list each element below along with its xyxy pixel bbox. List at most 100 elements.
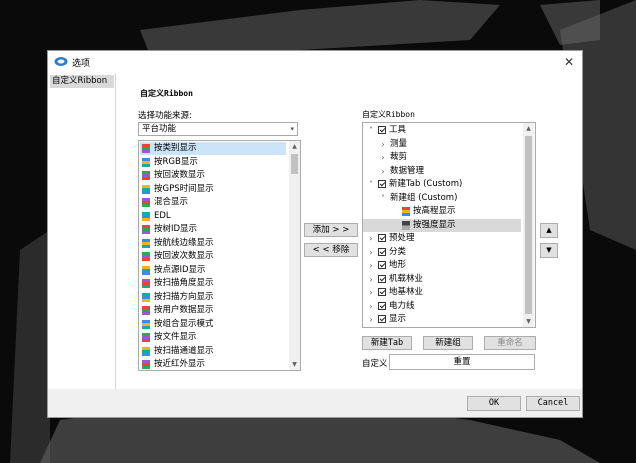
- scroll-up-icon[interactable]: ▲: [523, 123, 534, 134]
- command-list-item[interactable]: 混合显示: [140, 196, 286, 209]
- command-list-item-label: 按扫描方向显示: [154, 291, 214, 302]
- chevron-right-icon[interactable]: ›: [379, 165, 387, 178]
- checkbox-checked-icon[interactable]: [378, 126, 386, 134]
- checkbox-checked-icon[interactable]: [378, 288, 386, 296]
- scroll-up-icon[interactable]: ▲: [289, 141, 300, 152]
- chevron-right-icon[interactable]: ›: [367, 286, 375, 299]
- ribbon-tree-node[interactable]: ˅ 新建组 (Custom): [363, 192, 521, 205]
- scroll-down-icon[interactable]: ▼: [289, 359, 300, 370]
- chevron-right-icon[interactable]: ›: [367, 313, 375, 326]
- chevron-down-icon[interactable]: ˅: [367, 178, 375, 191]
- ribbon-tree-node-label: 按强度显示: [413, 219, 456, 230]
- ribbon-tree-node[interactable]: › 显示: [363, 313, 521, 326]
- gps-time-icon: [142, 184, 150, 194]
- rename-button[interactable]: 重命名: [484, 336, 536, 350]
- new-group-button[interactable]: 新建组: [423, 336, 473, 350]
- checkbox-checked-icon[interactable]: [378, 261, 386, 269]
- combined-mode-icon: [142, 319, 150, 329]
- chevron-right-icon[interactable]: ›: [367, 300, 375, 313]
- move-up-button[interactable]: ▲: [540, 223, 558, 238]
- mixed-display-icon: [142, 198, 150, 207]
- source-select[interactable]: 平台功能 ▾: [138, 122, 298, 136]
- ribbon-tree-node[interactable]: › 裁剪: [363, 151, 521, 164]
- command-list-item[interactable]: 按扫描通道显示: [140, 345, 286, 358]
- command-list-item-label: 按文件显示: [154, 332, 197, 342]
- ribbon-tree-node[interactable]: › 数据管理: [363, 165, 521, 178]
- scroll-down-icon[interactable]: ▼: [523, 316, 534, 327]
- command-list-item-label: 按航线边缘显示: [154, 237, 214, 248]
- command-list[interactable]: ▲ ▼ 按类别显示按RGB显示 按回波数显示 按GPS时间显示 混合显示 EDL 按树ID…: [138, 140, 301, 371]
- ribbon-label: 自定义Ribbon: [362, 110, 415, 119]
- command-list-item[interactable]: 按点源ID显示: [140, 264, 286, 277]
- command-list-item[interactable]: 按扫描角度显示: [140, 277, 286, 290]
- chevron-down-icon[interactable]: ˅: [379, 192, 387, 205]
- command-list-item[interactable]: EDL: [140, 210, 286, 223]
- ribbon-tree-node-label: 地形: [389, 260, 407, 270]
- command-list-item[interactable]: 按RGB显示: [140, 156, 286, 169]
- command-list-item-label: EDL: [154, 210, 171, 221]
- remove-button[interactable]: < < 移除: [304, 243, 358, 257]
- command-list-item-label: 按扫描通道显示: [154, 345, 214, 356]
- category-color-icon: [142, 144, 150, 153]
- ribbon-tree-node-label: 分类: [389, 246, 407, 257]
- ribbon-tree-node[interactable]: ˅ 新建Tab (Custom): [363, 178, 521, 191]
- chevron-right-icon[interactable]: ›: [367, 273, 375, 286]
- ribbon-tree-node[interactable]: 按高程显示: [363, 205, 521, 218]
- command-list-scrollbar[interactable]: ▲ ▼: [289, 141, 300, 370]
- chevron-right-icon[interactable]: ›: [367, 259, 375, 272]
- ribbon-tree-node[interactable]: › 地形: [363, 259, 521, 272]
- command-list-item[interactable]: 按组合显示模式: [140, 318, 286, 331]
- scrollbar-thumb[interactable]: [291, 154, 298, 174]
- nir-display-icon: [142, 360, 150, 369]
- close-button[interactable]: ✕: [560, 53, 578, 71]
- command-list-item[interactable]: 按扫描方向显示: [140, 291, 286, 304]
- chevron-right-icon[interactable]: ›: [367, 232, 375, 245]
- command-list-item-label: 混合显示: [154, 197, 189, 207]
- chevron-down-icon[interactable]: ˅: [367, 124, 375, 137]
- move-down-button[interactable]: ▼: [540, 243, 558, 258]
- ribbon-tree-node[interactable]: › 测量: [363, 138, 521, 151]
- chevron-right-icon[interactable]: ›: [379, 138, 387, 151]
- ribbon-tree-node[interactable]: › 机载林业: [363, 273, 521, 286]
- ribbon-tree-node-label: 新建Tab (Custom): [389, 179, 463, 189]
- checkbox-checked-icon[interactable]: [378, 234, 386, 242]
- edl-icon: [142, 211, 150, 221]
- command-list-item-label: 按类别显示: [154, 143, 197, 153]
- command-list-item[interactable]: 按回波数显示: [140, 169, 286, 182]
- checkbox-checked-icon[interactable]: [378, 301, 386, 310]
- file-display-icon: [142, 333, 150, 342]
- command-list-item[interactable]: 按树ID显示: [140, 223, 286, 236]
- add-button[interactable]: 添加 > >: [304, 223, 358, 237]
- ribbon-tree-node[interactable]: › 预处理: [363, 232, 521, 245]
- command-list-item[interactable]: 按用户数据显示: [140, 304, 286, 317]
- scrollbar-thumb[interactable]: [525, 136, 532, 314]
- title-bar: 选项 ✕: [48, 51, 582, 73]
- ok-button[interactable]: OK: [467, 396, 521, 411]
- checkbox-checked-icon[interactable]: [378, 180, 386, 188]
- command-list-item[interactable]: 按类别显示: [140, 142, 286, 155]
- new-tab-button[interactable]: 新建Tab: [362, 336, 412, 350]
- command-list-item[interactable]: 按近红外显示: [140, 358, 286, 370]
- ribbon-tree-node[interactable]: 按强度显示: [363, 218, 521, 232]
- ribbon-tree-node[interactable]: › 电力线: [363, 300, 521, 313]
- cancel-button[interactable]: Cancel: [526, 396, 580, 411]
- checkbox-checked-icon[interactable]: [378, 247, 386, 256]
- reset-button[interactable]: 重置: [389, 354, 535, 370]
- chevron-right-icon[interactable]: ›: [379, 151, 387, 164]
- nav-item-custom-ribbon[interactable]: 自定义Ribbon: [50, 75, 114, 88]
- ribbon-tree-node[interactable]: › 地基林业: [363, 286, 521, 299]
- checkbox-checked-icon[interactable]: [378, 315, 386, 323]
- chevron-right-icon[interactable]: ›: [367, 246, 375, 259]
- ribbon-tree[interactable]: ▲ ▼ ˅ 工具 › 测量 › 裁剪 › 数据管理 ˅ 新建Tab (Custom) ˅ 新建组 (C…: [362, 122, 536, 328]
- ribbon-tree-node[interactable]: › 分类: [363, 246, 521, 259]
- ribbon-tree-node[interactable]: ˅ 工具: [363, 124, 521, 137]
- command-list-item[interactable]: 按航线边缘显示: [140, 237, 286, 250]
- ribbon-tree-scrollbar[interactable]: ▲ ▼: [523, 123, 534, 327]
- command-list-item[interactable]: 按GPS时间显示: [140, 183, 286, 196]
- checkbox-checked-icon[interactable]: [378, 274, 386, 283]
- command-list-item[interactable]: 按文件显示: [140, 331, 286, 344]
- dialog-title: 选项: [72, 59, 91, 69]
- close-icon: ✕: [563, 55, 575, 69]
- ribbon-tree-node-label: 机载林业: [389, 273, 424, 284]
- command-list-item[interactable]: 按回波次数显示: [140, 250, 286, 263]
